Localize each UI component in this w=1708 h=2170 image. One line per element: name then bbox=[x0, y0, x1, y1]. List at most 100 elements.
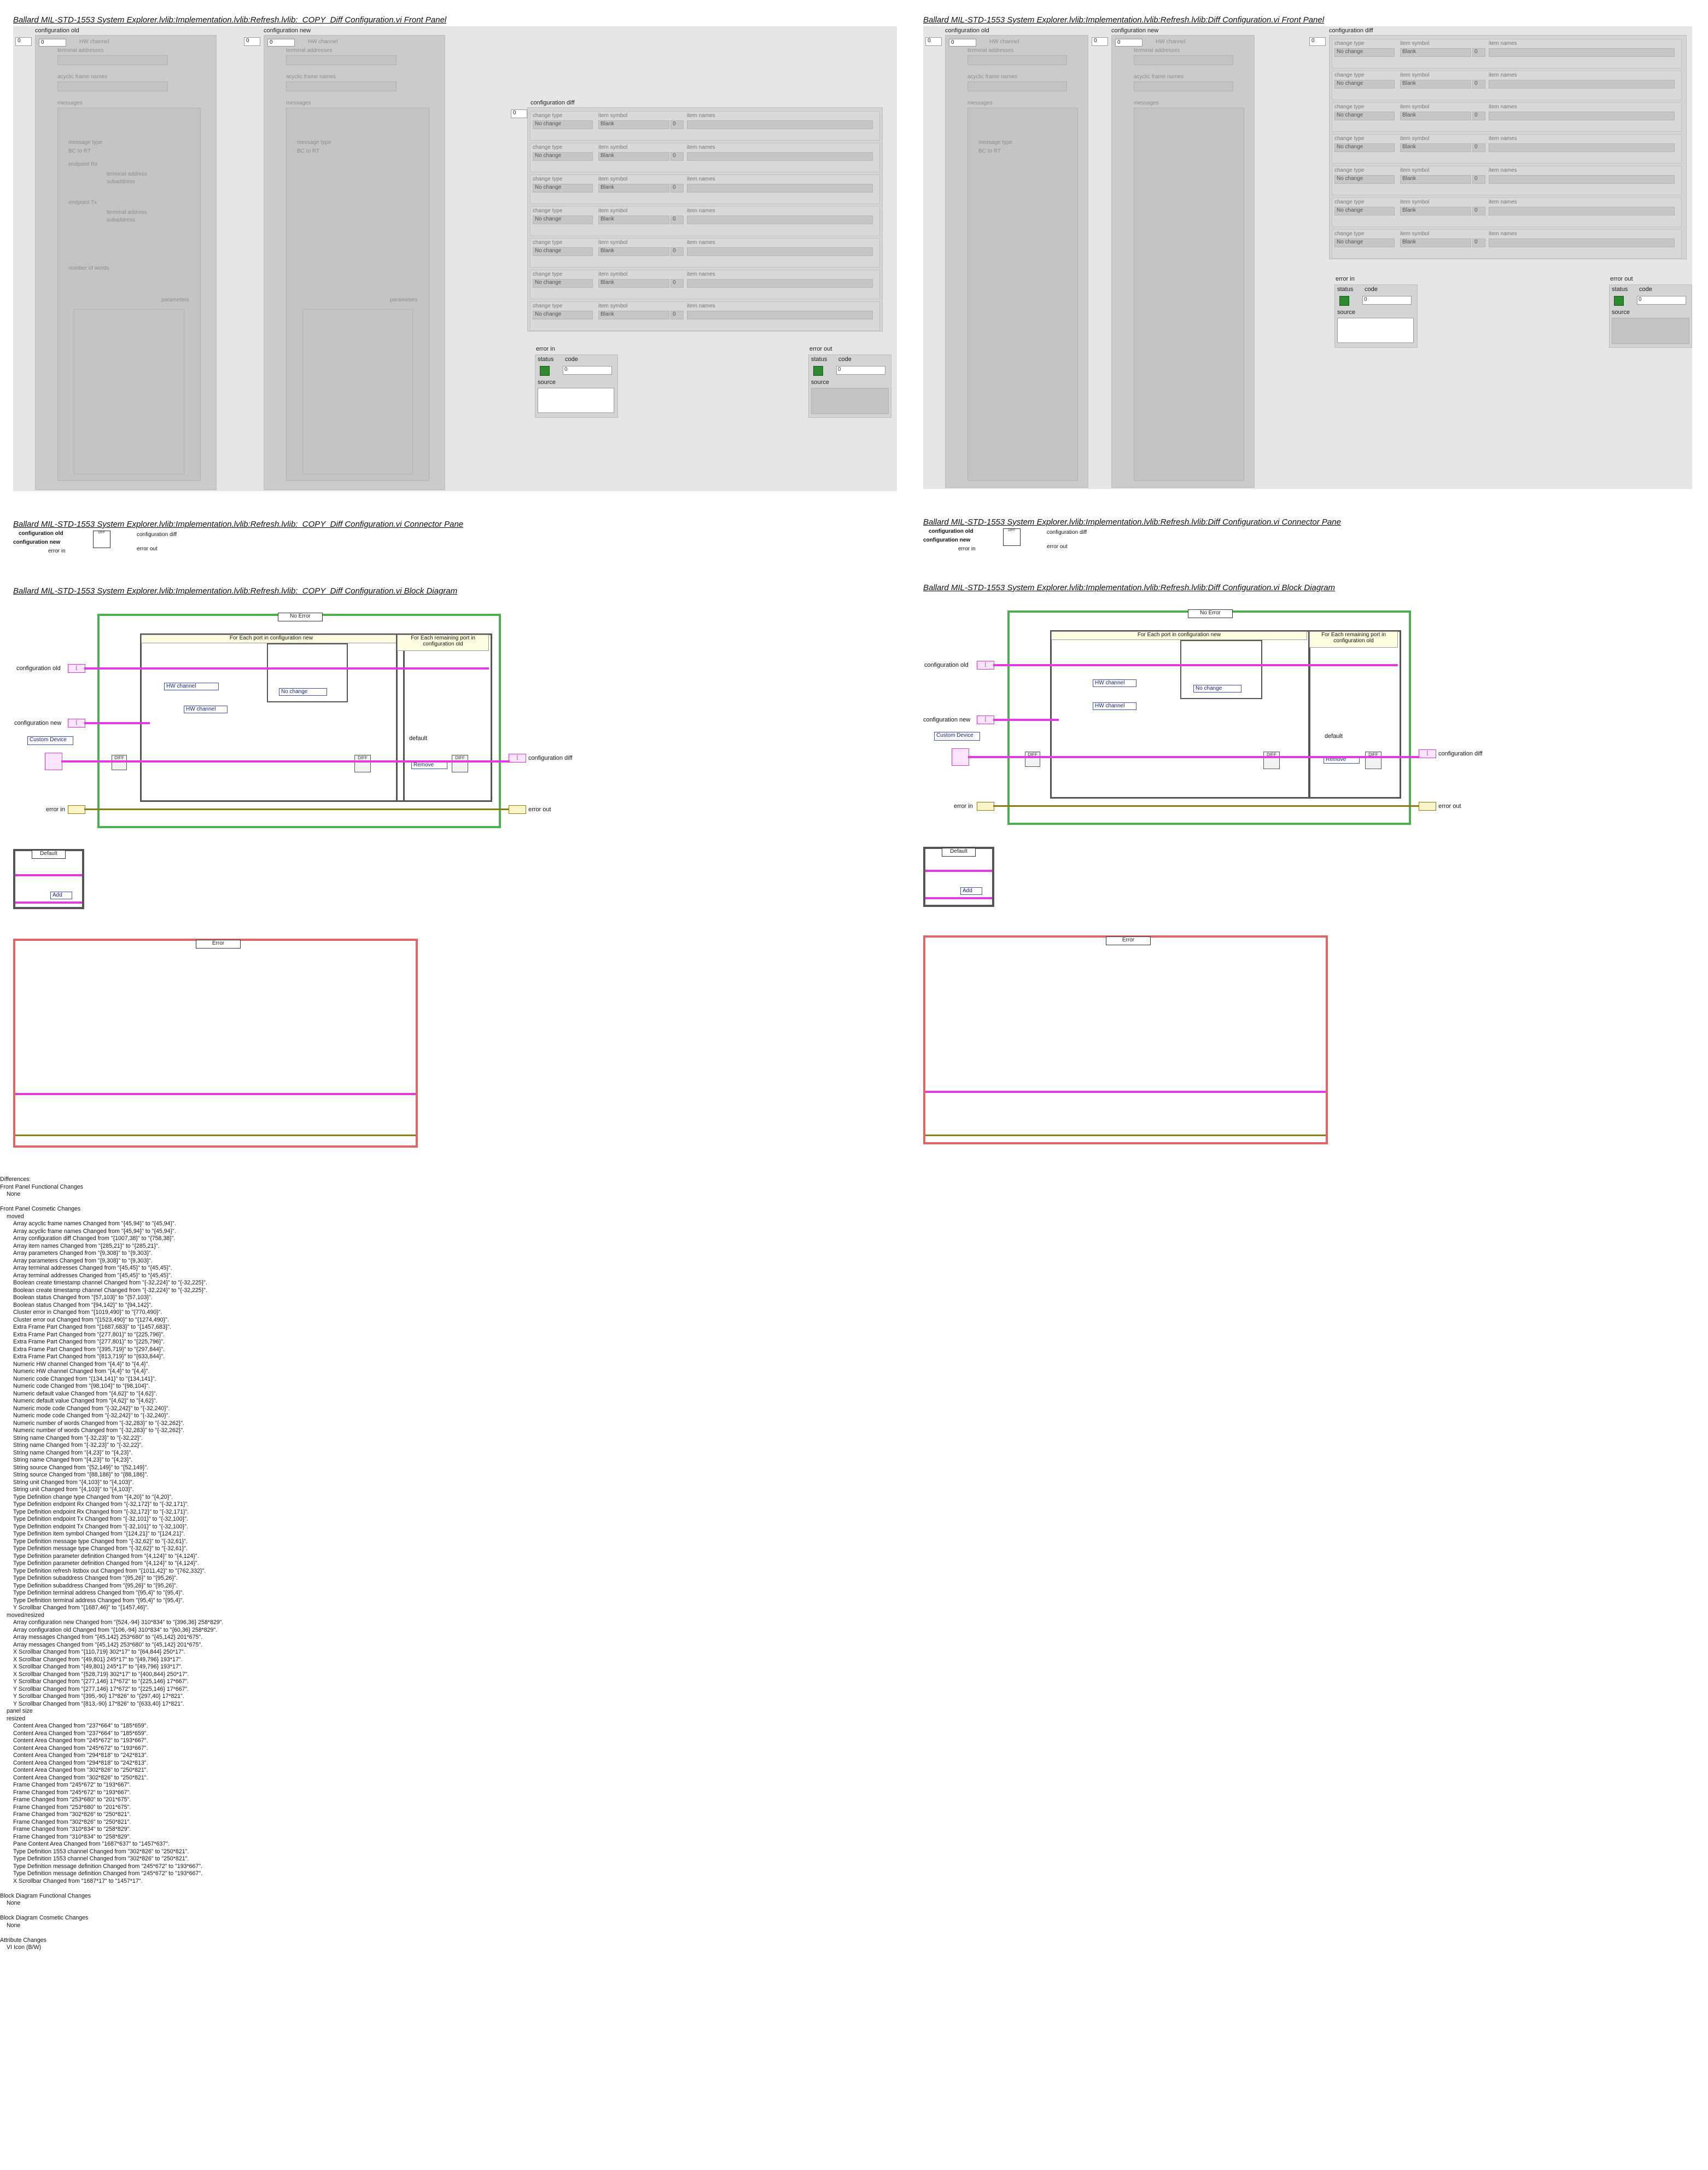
r-item-symbol-field[interactable]: Blank bbox=[1400, 48, 1471, 57]
custom-device-constant[interactable]: Custom Device bbox=[27, 736, 73, 745]
item-symbol-field[interactable]: Blank bbox=[598, 120, 669, 129]
item-names-index[interactable]: 0 bbox=[671, 311, 684, 319]
r-change-type-field[interactable]: No change bbox=[1334, 175, 1395, 184]
bd-config-diff-terminal[interactable]: [ bbox=[509, 754, 526, 763]
item-names-index[interactable]: 0 bbox=[671, 216, 684, 224]
item-names-index[interactable]: 0 bbox=[671, 247, 684, 256]
r-item-names-index[interactable]: 0 bbox=[1472, 80, 1485, 89]
cp-error-in: error in bbox=[48, 548, 66, 554]
r-item-names-index[interactable]: 0 bbox=[1472, 238, 1485, 247]
r-item-names-index[interactable]: 0 bbox=[1472, 112, 1485, 120]
r-default-case-selector[interactable]: Default bbox=[942, 848, 976, 857]
diff-line: Content Area Changed from "237*664" to "… bbox=[13, 1730, 148, 1737]
bd-error-out-terminal[interactable] bbox=[509, 805, 526, 814]
item-names-index[interactable]: 0 bbox=[671, 152, 684, 161]
change-type-field[interactable]: No change bbox=[533, 184, 593, 193]
config-old-index[interactable]: 0 bbox=[15, 37, 32, 46]
no-change-constant[interactable]: No change bbox=[279, 688, 327, 696]
item-symbol-field[interactable]: Blank bbox=[598, 216, 669, 224]
diff-line: Numeric HW channel Changed from "{4,4}" … bbox=[13, 1360, 150, 1368]
r-error-in-status-led[interactable] bbox=[1339, 296, 1349, 306]
r-change-type-field[interactable]: No change bbox=[1334, 238, 1395, 247]
r-item-symbol-field[interactable]: Blank bbox=[1400, 238, 1471, 247]
diff-line: Type Definition endpoint Tx Changed from… bbox=[13, 1523, 188, 1530]
r-error-case-selector[interactable]: Error bbox=[1106, 936, 1151, 945]
diff-line: Array item names Changed from "{285,21}"… bbox=[13, 1242, 160, 1249]
item-names-field bbox=[687, 247, 873, 256]
diff-line: VI Icon (B/W) bbox=[7, 1944, 41, 1951]
r-hw-channel-field[interactable]: 0 bbox=[949, 39, 976, 46]
r-hw-channel-field-new[interactable]: 0 bbox=[1115, 39, 1142, 46]
error-in-source-field[interactable] bbox=[538, 388, 614, 413]
r-bd-error-out-terminal[interactable] bbox=[1419, 802, 1436, 811]
r-config-old-index[interactable]: 0 bbox=[925, 37, 942, 46]
diff-line: Array configuration diff Changed from "{… bbox=[13, 1235, 176, 1242]
r-item-symbol-field[interactable]: Blank bbox=[1400, 175, 1471, 184]
r-change-type-field[interactable]: No change bbox=[1334, 80, 1395, 89]
item-symbol-field[interactable]: Blank bbox=[598, 311, 669, 319]
change-type-field[interactable]: No change bbox=[533, 247, 593, 256]
r-item-symbol-field[interactable]: Blank bbox=[1400, 80, 1471, 89]
change-type-label: change type bbox=[533, 113, 563, 119]
hw-channel-unbundle-1[interactable]: HW channel bbox=[164, 683, 219, 690]
r-item-names-field bbox=[1489, 143, 1675, 152]
hw-channel-field[interactable]: 0 bbox=[39, 39, 66, 46]
r-change-type-field[interactable]: No change bbox=[1334, 48, 1395, 57]
diff-line: Content Area Changed from "237*664" to "… bbox=[13, 1723, 148, 1729]
r-change-type-field[interactable]: No change bbox=[1334, 143, 1395, 152]
item-names-index[interactable]: 0 bbox=[671, 279, 684, 288]
r-bd-config-new-terminal[interactable]: [ bbox=[977, 715, 994, 724]
add-constant[interactable]: Add bbox=[50, 892, 72, 899]
config-diff-index[interactable]: 0 bbox=[511, 109, 527, 118]
r-hw-channel-unbundle-2[interactable]: HW channel bbox=[1093, 702, 1136, 710]
r-item-symbol-field[interactable]: Blank bbox=[1400, 112, 1471, 120]
change-type-field[interactable]: No change bbox=[533, 120, 593, 129]
change-type-field[interactable]: No change bbox=[533, 216, 593, 224]
r-no-error-case-selector[interactable]: No Error bbox=[1188, 609, 1233, 618]
item-names-index[interactable]: 0 bbox=[671, 120, 684, 129]
change-type-field[interactable]: No change bbox=[533, 152, 593, 161]
diff-line: Y Scrollbar Changed from "{395,-90} 17*8… bbox=[13, 1693, 184, 1700]
r-item-symbol-field[interactable]: Blank bbox=[1400, 143, 1471, 152]
r-config-diff-index[interactable]: 0 bbox=[1309, 37, 1326, 46]
r-item-names-index[interactable]: 0 bbox=[1472, 207, 1485, 216]
item-names-index[interactable]: 0 bbox=[671, 184, 684, 193]
r-no-change-constant[interactable]: No change bbox=[1193, 685, 1241, 693]
r-item-symbol-field[interactable]: Blank bbox=[1400, 207, 1471, 216]
change-type-field[interactable]: No change bbox=[533, 311, 593, 319]
diff-line: Numeric code Changed from "{98,104}" to … bbox=[13, 1383, 150, 1389]
bd-config-old-terminal[interactable]: [ bbox=[68, 664, 85, 673]
r-config-new-index[interactable]: 0 bbox=[1092, 37, 1108, 46]
default-case-selector[interactable]: Default bbox=[32, 850, 66, 859]
item-symbol-field[interactable]: Blank bbox=[598, 184, 669, 193]
bd-error-in-terminal[interactable] bbox=[68, 805, 85, 814]
item-symbol-field[interactable]: Blank bbox=[598, 247, 669, 256]
r-change-type-field[interactable]: No change bbox=[1334, 207, 1395, 216]
r-custom-device-constant[interactable]: Custom Device bbox=[934, 732, 980, 741]
r-change-type-field[interactable]: No change bbox=[1334, 112, 1395, 120]
r-bd-config-old-terminal[interactable]: [ bbox=[977, 661, 994, 670]
remove-constant[interactable]: Remove bbox=[411, 761, 447, 769]
r-item-names-index[interactable]: 0 bbox=[1472, 48, 1485, 57]
r-add-constant[interactable]: Add bbox=[960, 887, 982, 895]
config-new-index[interactable]: 0 bbox=[244, 37, 260, 46]
r-bd-error-in-terminal[interactable] bbox=[977, 802, 994, 811]
hw-channel-unbundle-2[interactable]: HW channel bbox=[184, 706, 228, 713]
change-type-field[interactable]: No change bbox=[533, 279, 593, 288]
hw-channel-field-new[interactable]: 0 bbox=[267, 39, 295, 46]
r-bd-config-diff-terminal[interactable]: [ bbox=[1419, 749, 1436, 758]
bd-config-new-terminal[interactable]: [ bbox=[68, 719, 85, 728]
no-error-case-selector[interactable]: No Error bbox=[278, 613, 323, 621]
r-error-in-source-field[interactable] bbox=[1337, 318, 1414, 343]
r-item-names-index[interactable]: 0 bbox=[1472, 175, 1485, 184]
r-item-symbol-label: item symbol bbox=[1400, 167, 1430, 173]
r-hw-channel-unbundle-1[interactable]: HW channel bbox=[1093, 679, 1136, 687]
r-error-in-code-field[interactable]: 0 bbox=[1362, 296, 1412, 305]
item-symbol-field[interactable]: Blank bbox=[598, 152, 669, 161]
error-in-status-led[interactable] bbox=[540, 366, 550, 376]
error-in-code-field[interactable]: 0 bbox=[563, 366, 612, 375]
diff-line: Array configuration new Changed from "{5… bbox=[13, 1619, 224, 1626]
r-item-names-index[interactable]: 0 bbox=[1472, 143, 1485, 152]
error-case-selector[interactable]: Error bbox=[196, 940, 241, 949]
item-symbol-field[interactable]: Blank bbox=[598, 279, 669, 288]
